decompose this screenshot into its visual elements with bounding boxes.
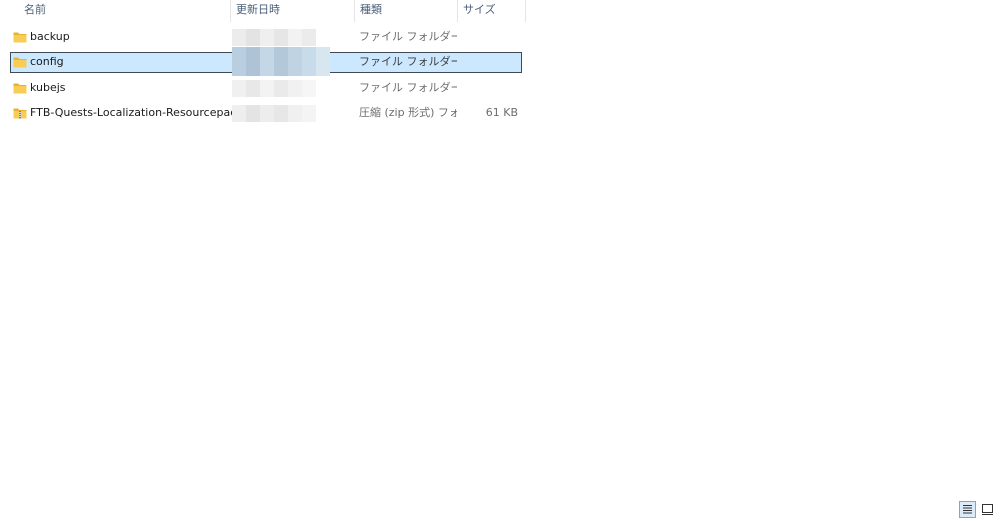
file-size: 61 KB	[485, 106, 518, 119]
file-row-kubejs[interactable]: kubejs ファイル フォルダー	[10, 78, 522, 99]
column-header: ⌃ 名前 更新日時 種類 サイズ	[0, 0, 526, 22]
file-row-backup[interactable]: backup ファイル フォルダー	[10, 27, 522, 48]
folder-icon	[13, 32, 27, 43]
file-name: config	[30, 55, 64, 68]
folder-icon	[13, 83, 27, 94]
file-explorer: ⌃ 名前 更新日時 種類 サイズ backup ファイル フォルダー confi…	[0, 0, 1000, 521]
column-name-header[interactable]: 名前	[18, 0, 230, 22]
large-icons-view-icon	[982, 504, 993, 515]
column-date-header[interactable]: 更新日時	[230, 0, 354, 22]
date-value-redacted	[232, 47, 330, 76]
file-size	[461, 53, 519, 74]
date-value-redacted	[232, 105, 316, 122]
column-size-header[interactable]: サイズ	[457, 0, 525, 22]
file-name: FTB-Quests-Localization-Resourcepack.zip	[30, 106, 240, 119]
zip-folder-icon	[13, 108, 27, 119]
file-size	[460, 78, 518, 99]
file-name: backup	[30, 30, 70, 43]
file-name: kubejs	[30, 81, 66, 94]
file-size	[460, 27, 518, 48]
large-icons-view-button[interactable]	[979, 501, 996, 518]
file-type: ファイル フォルダー	[359, 30, 457, 43]
column-divider[interactable]	[525, 0, 526, 22]
folder-icon	[13, 57, 27, 68]
column-type-header[interactable]: 種類	[354, 0, 457, 22]
date-value-redacted	[232, 29, 316, 46]
details-view-icon	[963, 505, 972, 514]
file-type: ファイル フォルダー	[359, 55, 457, 68]
file-type: 圧縮 (zip 形式) フォ...	[359, 106, 457, 119]
file-type: ファイル フォルダー	[359, 81, 457, 94]
file-row-zip[interactable]: FTB-Quests-Localization-Resourcepack.zip…	[10, 103, 522, 124]
details-view-button[interactable]	[959, 501, 976, 518]
date-value-redacted	[232, 80, 316, 97]
file-row-config[interactable]: config ファイル フォルダー	[10, 47, 522, 76]
